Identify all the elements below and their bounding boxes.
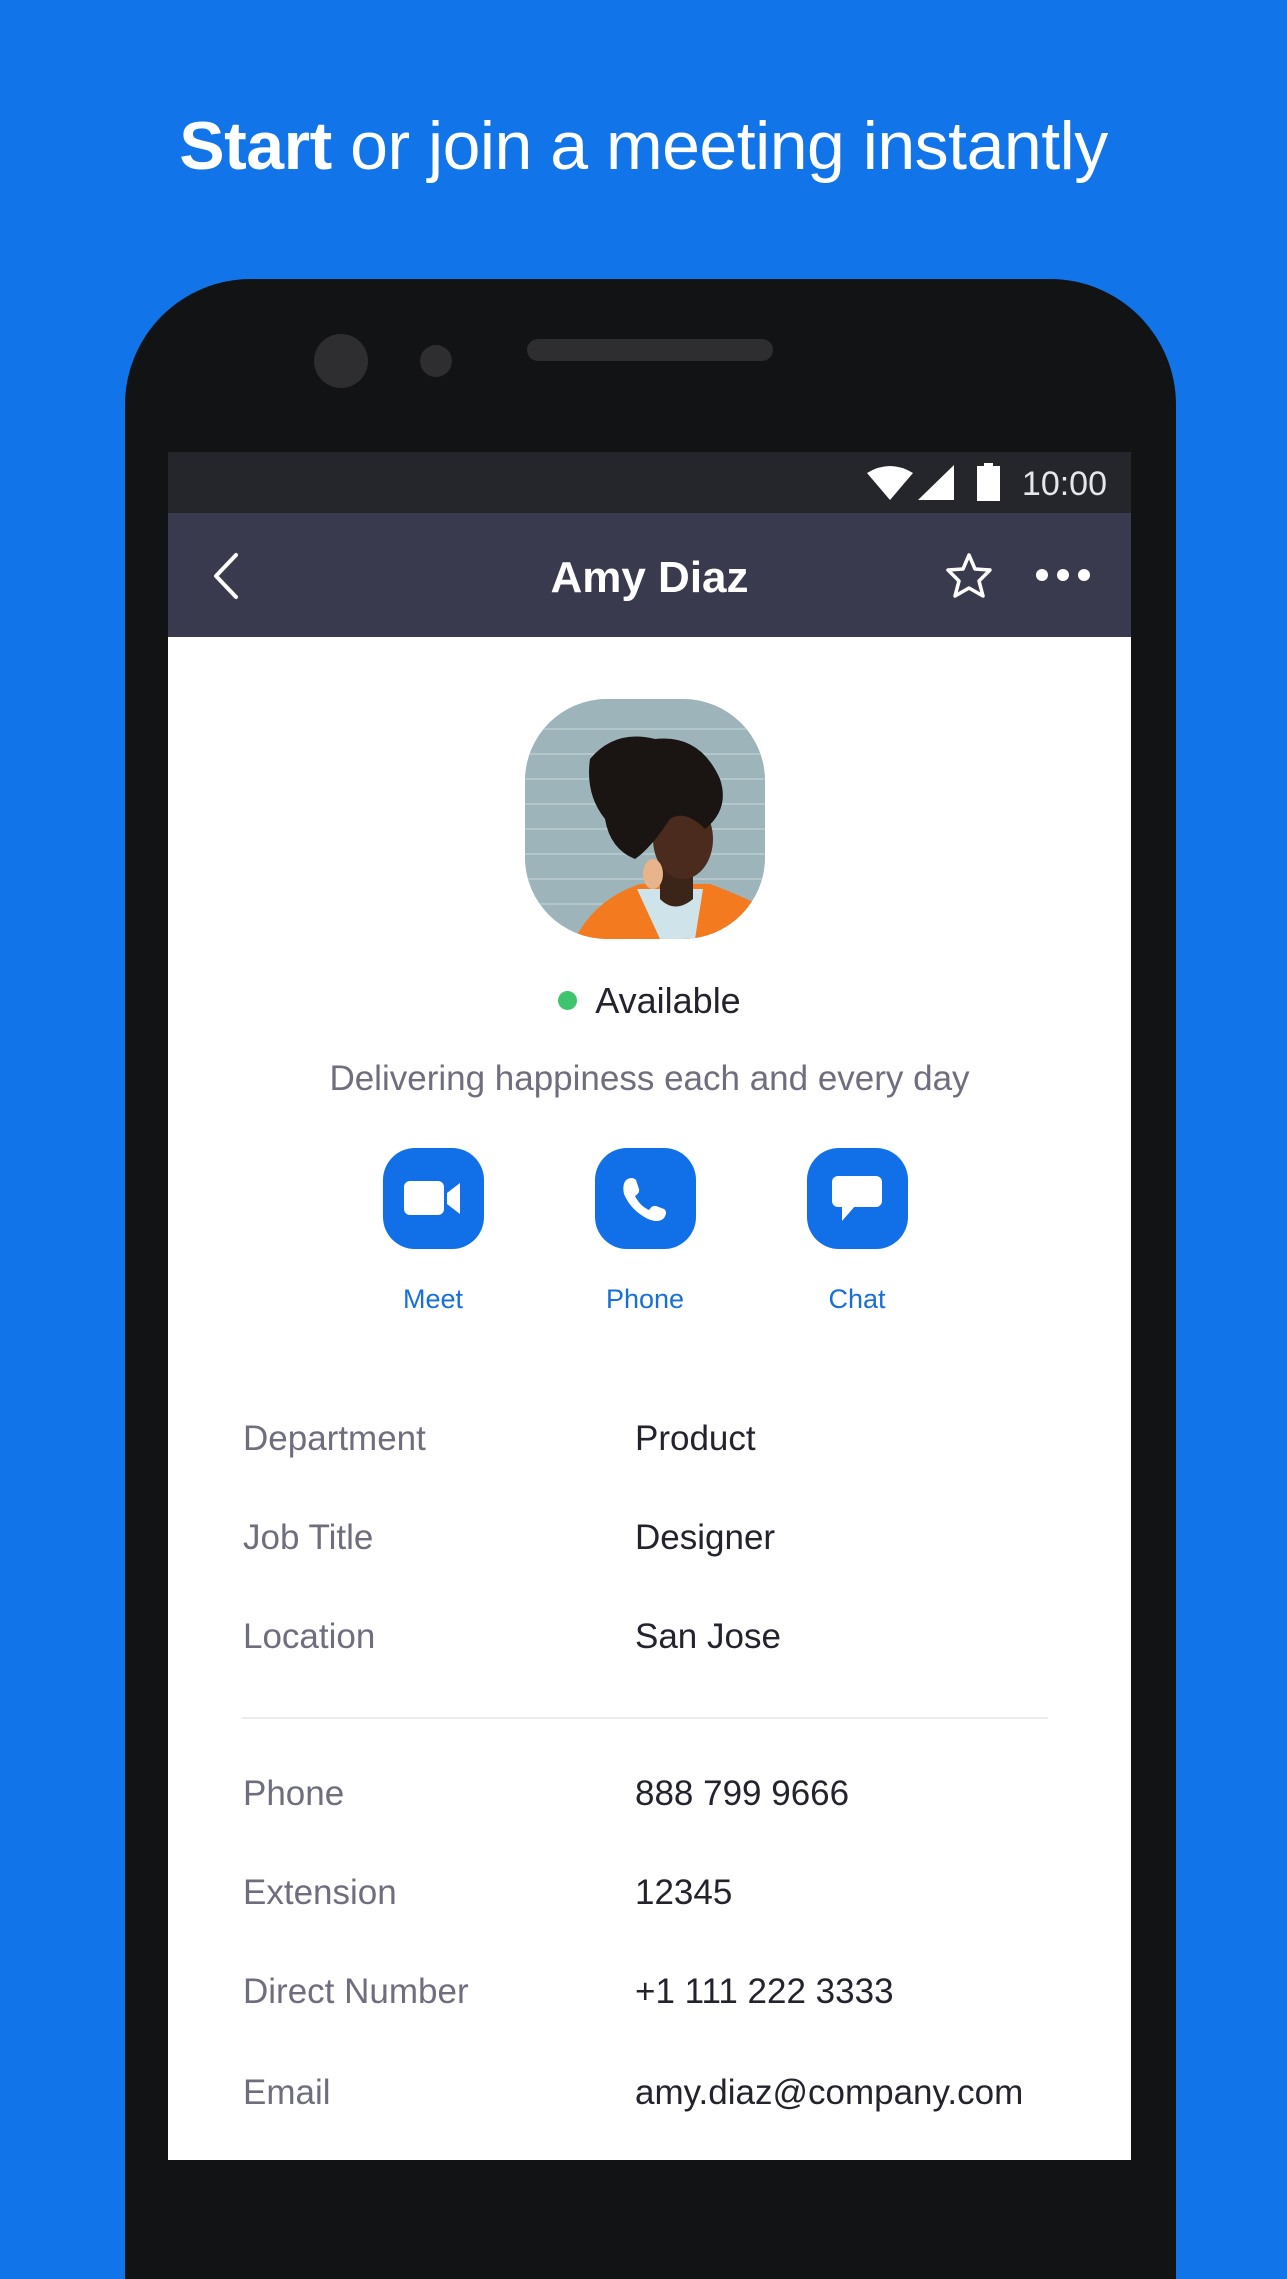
avatar-photo (525, 699, 765, 939)
status-clock: 10:00 (1021, 465, 1107, 503)
presence-dot-icon (558, 990, 578, 1010)
chat-button-tile[interactable] (806, 1148, 908, 1249)
avatar (525, 699, 765, 939)
action-buttons: Meet Phone Chat (168, 1148, 1131, 1328)
sensor-icon (420, 345, 452, 377)
wifi-icon (867, 466, 913, 500)
detail-row-direct-number[interactable]: Direct Number +1 111 222 3333 (243, 1970, 1123, 2030)
detail-row-location: Location San Jose (243, 1615, 1123, 1675)
detail-value: Product (635, 1419, 756, 1458)
status-bar: 10:00 (168, 452, 1131, 513)
headline: Start or join a meeting instantly (0, 106, 1287, 186)
profile-bio: Delivering happiness each and every day (329, 1059, 970, 1098)
detail-label: Phone (243, 1774, 345, 1813)
video-camera-icon (404, 1180, 460, 1215)
detail-value[interactable]: 12345 (635, 1871, 732, 1915)
star-outline-icon[interactable] (943, 550, 995, 602)
detail-label: Direct Number (243, 1972, 469, 2011)
chat-bubble-icon (832, 1175, 882, 1221)
phone-button-tile[interactable] (594, 1148, 696, 1249)
detail-row-email[interactable]: Email amy.diaz@company.com (243, 2071, 1123, 2131)
presence-label: Available (595, 980, 741, 1021)
phone-screen: 10:00 Amy Diaz Available Delivering happ… (168, 452, 1131, 2160)
meet-button-tile[interactable] (382, 1148, 484, 1249)
meet-button[interactable]: Meet (353, 1148, 513, 1315)
battery-icon (977, 463, 1000, 501)
detail-row-extension[interactable]: Extension 12345 (243, 1871, 1123, 1931)
detail-label: Job Title (243, 1518, 374, 1557)
phone-icon (623, 1177, 666, 1221)
detail-value[interactable]: +1 111 222 3333 (635, 1970, 894, 2014)
presence-status: Available (168, 978, 1131, 1024)
earpiece-speaker-icon (527, 339, 773, 361)
phone-label: Phone (605, 1284, 685, 1314)
chat-label: Chat (828, 1284, 886, 1314)
section-divider (242, 1717, 1048, 1719)
detail-value[interactable]: amy.diaz@company.com (635, 2071, 1023, 2115)
detail-value[interactable]: 888 799 9666 (635, 1772, 849, 1816)
more-horizontal-icon[interactable] (1035, 565, 1091, 585)
detail-row-department: Department Product (243, 1417, 1123, 1477)
detail-value: Designer (635, 1518, 776, 1557)
detail-label: Email (243, 2073, 331, 2112)
headline-bold: Start (179, 108, 332, 184)
phone-button[interactable]: Phone (565, 1148, 725, 1315)
detail-value: San Jose (635, 1617, 781, 1656)
headline-rest: or join a meeting instantly (331, 108, 1108, 184)
chat-button[interactable]: Chat (777, 1148, 937, 1315)
detail-row-phone[interactable]: Phone 888 799 9666 (243, 1772, 1123, 1832)
cell-signal-icon (918, 465, 954, 500)
detail-row-job-title: Job Title Designer (243, 1516, 1123, 1576)
detail-label: Extension (243, 1873, 397, 1912)
app-bar: Amy Diaz (168, 513, 1131, 637)
detail-label: Location (243, 1617, 376, 1656)
front-camera-icon (314, 334, 368, 388)
detail-label: Department (243, 1419, 426, 1458)
meet-label: Meet (402, 1284, 464, 1314)
